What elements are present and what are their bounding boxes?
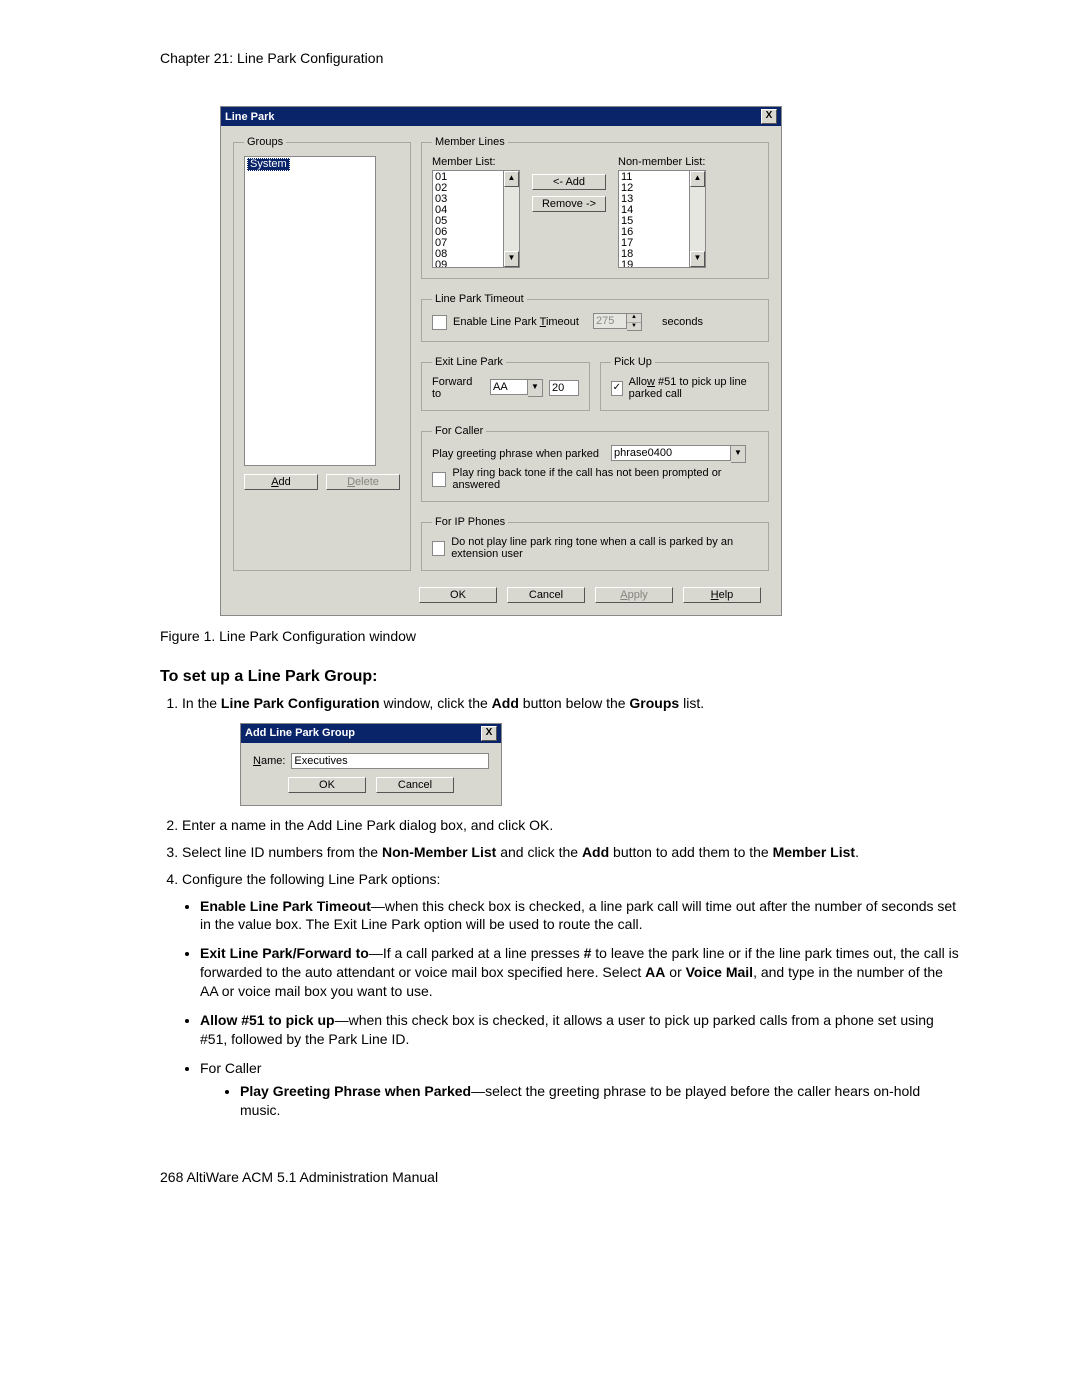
timeout-spinner[interactable]: ▲▼ bbox=[627, 313, 642, 331]
close-icon[interactable]: X bbox=[481, 726, 497, 741]
allow51-checkbox[interactable]: ✓ bbox=[611, 381, 623, 396]
ok-button[interactable]: OK bbox=[419, 587, 497, 603]
chevron-down-icon[interactable]: ▼ bbox=[528, 379, 543, 397]
timeout-legend: Line Park Timeout bbox=[432, 293, 527, 305]
ipphones-legend: For IP Phones bbox=[432, 516, 508, 528]
add-group-button[interactable]: Add bbox=[244, 474, 318, 490]
enable-timeout-checkbox[interactable] bbox=[432, 315, 447, 330]
for-caller-legend: For Caller bbox=[432, 425, 486, 437]
figure-caption: Figure 1. Line Park Configuration window bbox=[160, 628, 960, 644]
titlebar: Add Line Park Group X bbox=[241, 724, 501, 743]
forward-to-label: Forward to bbox=[432, 376, 484, 400]
bullet-exit-line-park: Exit Line Park/Forward to—If a call park… bbox=[200, 944, 960, 1001]
section-heading: To set up a Line Park Group: bbox=[160, 668, 960, 686]
delete-group-button[interactable]: Delete bbox=[326, 474, 400, 490]
step-4: Configure the following Line Park option… bbox=[182, 870, 960, 889]
scrollbar[interactable]: ▲ ▼ bbox=[690, 170, 706, 268]
bullet-enable-timeout: Enable Line Park Timeout—when this check… bbox=[200, 897, 960, 935]
ringback-checkbox[interactable] bbox=[432, 472, 446, 487]
page-footer: 268 AltiWare ACM 5.1 Administration Manu… bbox=[160, 1169, 960, 1185]
chevron-up-icon[interactable]: ▲ bbox=[504, 171, 519, 187]
name-label: Name: bbox=[253, 755, 285, 767]
nonmember-listbox[interactable]: 1112 1314 1516 1718 1920 bbox=[618, 170, 690, 268]
groups-listbox[interactable]: System bbox=[244, 156, 376, 466]
group-name-input[interactable] bbox=[291, 753, 489, 769]
cancel-button[interactable]: Cancel bbox=[376, 777, 454, 793]
member-list-label: Member List: bbox=[432, 156, 520, 168]
chapter-header: Chapter 21: Line Park Configuration bbox=[160, 50, 960, 66]
groups-selected-item[interactable]: System bbox=[247, 158, 290, 171]
help-button[interactable]: Help bbox=[683, 587, 761, 603]
add-member-button[interactable]: <- Add bbox=[532, 174, 606, 190]
allow51-label: Allow #51 to pick up line parked call bbox=[629, 376, 758, 400]
greeting-label: Play greeting phrase when parked bbox=[432, 448, 599, 460]
step-1: In the Line Park Configuration window, c… bbox=[182, 694, 960, 713]
seconds-label: seconds bbox=[662, 316, 703, 328]
enable-timeout-label: Enable Line Park Timeout bbox=[453, 316, 579, 328]
remove-member-button[interactable]: Remove -> bbox=[532, 196, 606, 212]
ok-button[interactable]: OK bbox=[288, 777, 366, 793]
exit-legend: Exit Line Park bbox=[432, 356, 506, 368]
close-icon[interactable]: X bbox=[761, 109, 777, 124]
scrollbar[interactable]: ▲ ▼ bbox=[504, 170, 520, 268]
member-listbox[interactable]: 0102 0304 0506 0708 0910 bbox=[432, 170, 504, 268]
timeout-seconds-input[interactable] bbox=[593, 313, 627, 329]
bullet-allow51: Allow #51 to pick up—when this check box… bbox=[200, 1011, 960, 1049]
chevron-down-icon[interactable]: ▼ bbox=[731, 445, 746, 463]
ipphones-checkbox[interactable] bbox=[432, 541, 445, 556]
apply-button[interactable]: Apply bbox=[595, 587, 673, 603]
chevron-down-icon[interactable]: ▼ bbox=[504, 251, 519, 267]
dialog-title: Line Park bbox=[225, 111, 275, 123]
cancel-button[interactable]: Cancel bbox=[507, 587, 585, 603]
ipphones-label: Do not play line park ring tone when a c… bbox=[451, 536, 758, 560]
add-line-park-group-dialog: Add Line Park Group X Name: OK Cancel bbox=[240, 723, 960, 806]
step-2: Enter a name in the Add Line Park dialog… bbox=[182, 816, 960, 835]
forward-to-select[interactable] bbox=[490, 379, 528, 395]
greeting-phrase-select[interactable] bbox=[611, 445, 731, 461]
pickup-legend: Pick Up bbox=[611, 356, 655, 368]
sub-bullet-greeting: Play Greeting Phrase when Parked—select … bbox=[240, 1082, 960, 1120]
chevron-down-icon[interactable]: ▼ bbox=[690, 251, 705, 267]
ringback-label: Play ring back tone if the call has not … bbox=[452, 467, 758, 491]
titlebar: Line Park X bbox=[221, 107, 781, 126]
bullet-for-caller: For Caller Play Greeting Phrase when Par… bbox=[200, 1059, 960, 1120]
nonmember-list-label: Non-member List: bbox=[618, 156, 706, 168]
chevron-up-icon[interactable]: ▲ bbox=[690, 171, 705, 187]
groups-legend: Groups bbox=[244, 136, 286, 148]
dialog-title: Add Line Park Group bbox=[245, 727, 355, 739]
line-park-dialog: Line Park X Groups System Add Delete bbox=[220, 106, 960, 616]
forward-number-input[interactable] bbox=[549, 380, 579, 396]
member-lines-legend: Member Lines bbox=[432, 136, 508, 148]
step-3: Select line ID numbers from the Non-Memb… bbox=[182, 843, 960, 862]
